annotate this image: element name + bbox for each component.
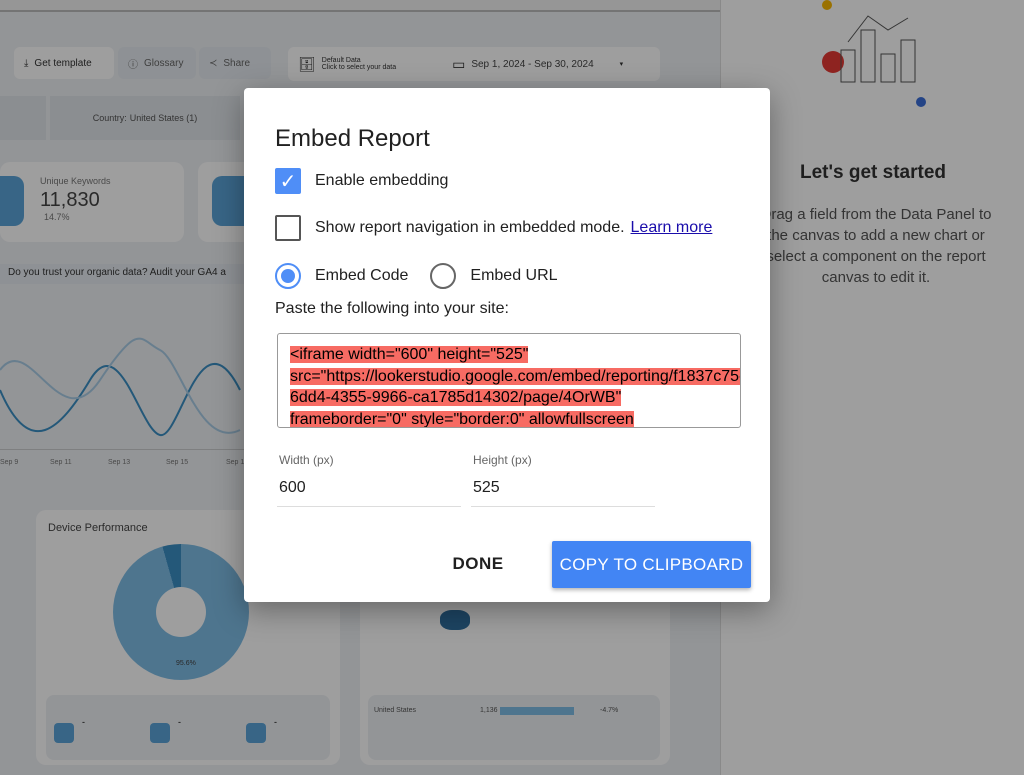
embed-url-radio[interactable] bbox=[430, 263, 457, 289]
done-button[interactable]: DONE bbox=[438, 542, 518, 586]
height-field[interactable]: Height (px) 525 bbox=[471, 453, 655, 507]
embed-report-dialog: Embed Report ✓ Enable embedding Show rep… bbox=[244, 88, 770, 602]
height-label: Height (px) bbox=[473, 453, 532, 467]
embed-code-label[interactable]: Embed Code bbox=[315, 267, 408, 285]
copy-to-clipboard-button[interactable]: COPY TO CLIPBOARD bbox=[552, 541, 751, 588]
show-nav-label: Show report navigation in embedded mode. bbox=[315, 219, 625, 236]
dialog-title: Embed Report bbox=[275, 125, 430, 152]
paste-label: Paste the following into your site: bbox=[275, 300, 509, 317]
width-input[interactable]: 600 bbox=[277, 479, 461, 507]
width-field[interactable]: Width (px) 600 bbox=[277, 453, 461, 507]
check-icon: ✓ bbox=[279, 170, 297, 193]
height-input[interactable]: 525 bbox=[471, 479, 655, 507]
embed-code-text: <iframe width="600" height="525" src="ht… bbox=[290, 346, 740, 427]
embed-code-textarea[interactable]: <iframe width="600" height="525" src="ht… bbox=[277, 333, 741, 428]
embed-url-label[interactable]: Embed URL bbox=[470, 267, 557, 285]
embed-mode-group: Embed Code Embed URL bbox=[275, 263, 558, 289]
enable-embedding-checkbox[interactable]: ✓ bbox=[275, 168, 301, 194]
embed-code-radio[interactable] bbox=[275, 263, 301, 289]
show-nav-row[interactable]: Show report navigation in embedded mode.… bbox=[275, 215, 712, 241]
width-label: Width (px) bbox=[279, 453, 334, 467]
enable-embedding-label: Enable embedding bbox=[315, 172, 449, 189]
show-nav-checkbox[interactable] bbox=[275, 215, 301, 241]
learn-more-link[interactable]: Learn more bbox=[631, 219, 713, 237]
enable-embedding-row[interactable]: ✓ Enable embedding bbox=[275, 168, 448, 194]
